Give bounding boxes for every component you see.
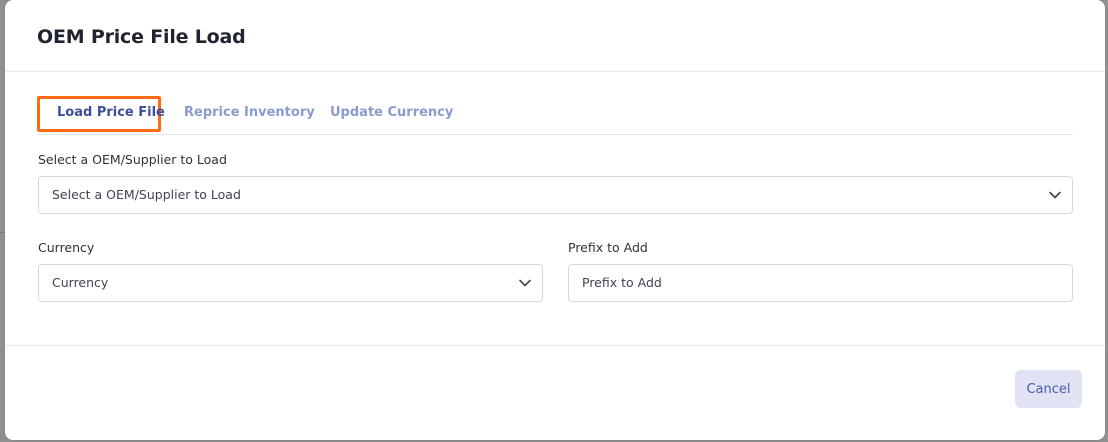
prefix-input-placeholder: Prefix to Add (582, 275, 662, 290)
chevron-down-icon (519, 279, 531, 287)
currency-select[interactable]: Currency (38, 264, 543, 302)
currency-select-value: Currency (52, 275, 109, 290)
modal-title: OEM Price File Load (37, 26, 246, 48)
tab-label: Update Currency (330, 105, 454, 120)
currency-label: Currency (38, 240, 95, 255)
tab-load-price-file[interactable]: Load Price File (37, 96, 165, 132)
supplier-label: Select a OEM/Supplier to Load (38, 152, 227, 167)
prefix-input[interactable]: Prefix to Add (568, 264, 1073, 302)
cancel-button[interactable]: Cancel (1015, 370, 1082, 408)
tab-label: Reprice Inventory (184, 105, 315, 120)
supplier-select[interactable]: Select a OEM/Supplier to Load (38, 176, 1073, 214)
chevron-down-icon (1049, 191, 1061, 199)
tab-label: Load Price File (57, 105, 165, 120)
modal-header: OEM Price File Load (5, 0, 1105, 72)
supplier-select-value: Select a OEM/Supplier to Load (52, 187, 241, 202)
tab-update-currency[interactable]: Update Currency (330, 96, 453, 132)
oem-price-file-dialog: OEM Price File Load Load Price File Repr… (5, 0, 1105, 440)
prefix-label: Prefix to Add (568, 240, 648, 255)
tab-bar: Load Price File Reprice Inventory Update… (37, 96, 1073, 135)
modal-body: Load Price File Reprice Inventory Update… (5, 72, 1105, 346)
modal-footer: Cancel (5, 346, 1105, 440)
tab-reprice-inventory[interactable]: Reprice Inventory (184, 96, 315, 132)
